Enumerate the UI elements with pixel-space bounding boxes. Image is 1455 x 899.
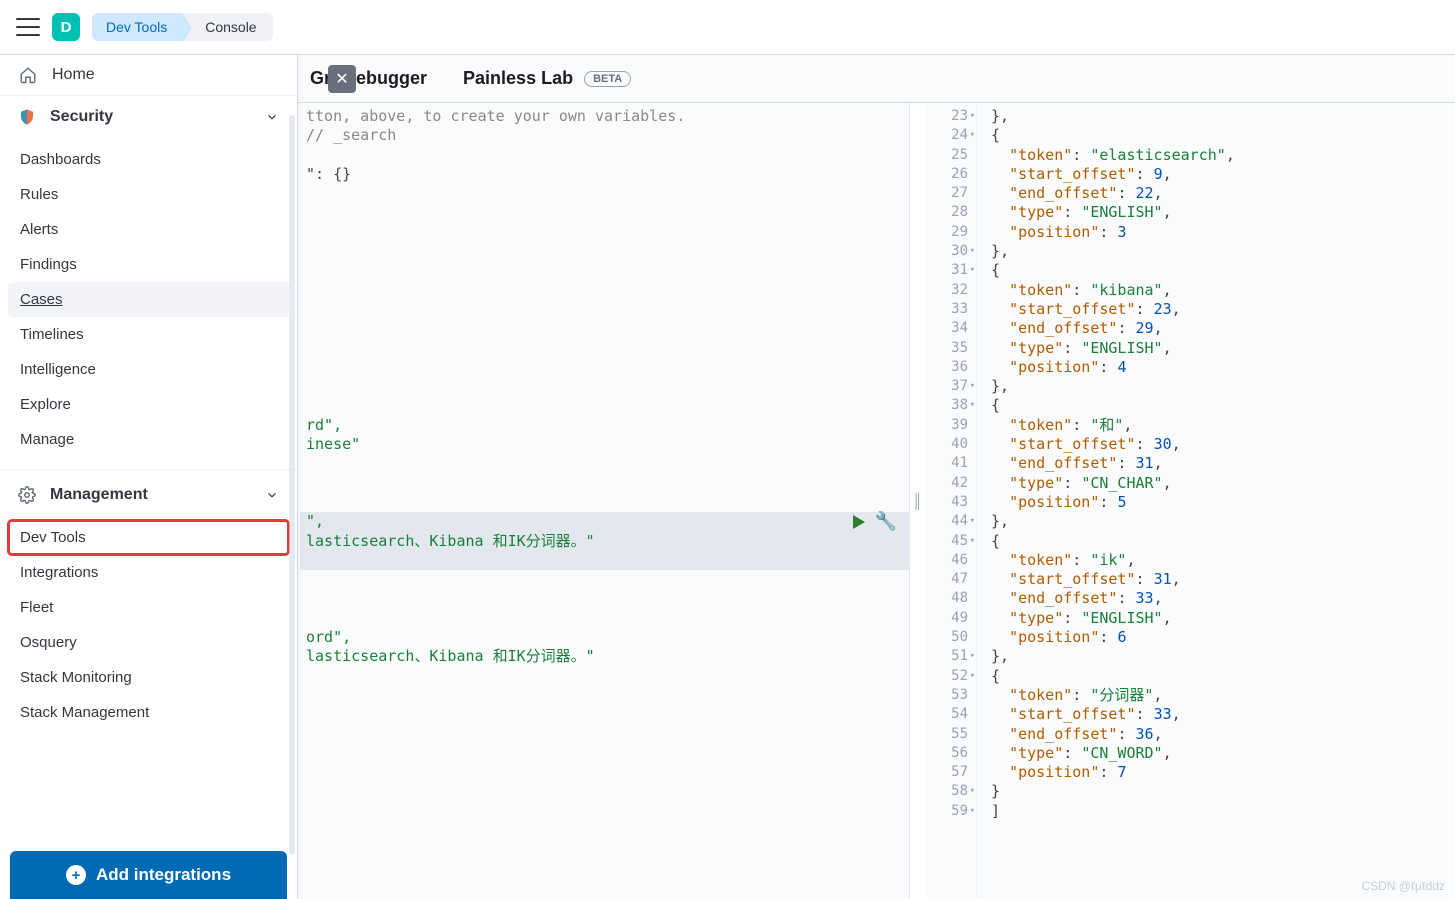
add-integrations-label: Add integrations	[96, 865, 231, 885]
sidebar-item-findings[interactable]: Findings	[8, 247, 289, 282]
tab-painless-label: Painless Lab	[463, 68, 573, 88]
sidebar-item-stack-management[interactable]: Stack Management	[8, 695, 289, 730]
pane-divider[interactable]: ║	[909, 103, 925, 899]
hamburger-icon[interactable]	[16, 18, 40, 36]
security-items: Dashboards Rules Alerts Findings Cases T…	[0, 138, 297, 465]
tab-painless[interactable]: Painless Lab BETA	[463, 58, 631, 99]
add-integrations-button[interactable]: + Add integrations	[10, 851, 287, 899]
sidebar: Home Security Dashboards Rules Alerts Fi…	[0, 55, 298, 899]
sidebar-scroll[interactable]: Home Security Dashboards Rules Alerts Fi…	[0, 55, 297, 839]
section-title-management: Management	[50, 486, 148, 504]
close-icon[interactable]: ✕	[328, 65, 356, 93]
beta-badge: BETA	[584, 71, 631, 87]
sidebar-item-osquery[interactable]: Osquery	[8, 625, 289, 660]
sidebar-item-fleet[interactable]: Fleet	[8, 590, 289, 625]
chevron-down-icon	[265, 110, 279, 124]
breadcrumb-console[interactable]: Console	[183, 13, 272, 41]
section-head-management[interactable]: Management	[0, 474, 297, 516]
sidebar-footer: + Add integrations	[0, 839, 297, 899]
layout: Home Security Dashboards Rules Alerts Fi…	[0, 55, 1455, 899]
editor-request[interactable]: tton, above, to create your own variable…	[300, 103, 909, 899]
sidebar-scrollbar[interactable]	[289, 115, 295, 855]
section-head-security[interactable]: Security	[0, 96, 297, 138]
run-icon[interactable]	[853, 515, 865, 529]
sidebar-item-timelines[interactable]: Timelines	[8, 317, 289, 352]
sidebar-item-intelligence[interactable]: Intelligence	[8, 352, 289, 387]
wrench-icon[interactable]: 🔧	[875, 512, 897, 531]
sidebar-item-dashboards[interactable]: Dashboards	[8, 142, 289, 177]
app-logo[interactable]: D	[52, 13, 80, 41]
sidebar-item-dev-tools[interactable]: Dev Tools	[8, 520, 289, 555]
sidebar-item-manage[interactable]: Manage	[8, 422, 289, 457]
sidebar-home[interactable]: Home	[0, 55, 297, 96]
editor-response[interactable]: }, { "token": "elasticsearch", "start_of…	[977, 103, 1455, 899]
top-bar: D Dev Tools Console	[0, 0, 1455, 55]
watermark: CSDN @ℓμℓddz	[1361, 879, 1445, 893]
shield-icon	[18, 108, 36, 126]
sidebar-item-cases[interactable]: Cases	[8, 282, 289, 317]
gear-icon	[18, 486, 36, 504]
breadcrumb: Dev Tools Console	[92, 13, 273, 41]
editor-response-pane[interactable]: 2324252627282930313233343536373839404142…	[925, 103, 1455, 899]
sidebar-item-alerts[interactable]: Alerts	[8, 212, 289, 247]
divider	[0, 469, 297, 470]
breadcrumb-dev-tools[interactable]: Dev Tools	[92, 13, 183, 41]
gutter: 2324252627282930313233343536373839404142…	[925, 103, 977, 899]
plus-icon: +	[66, 865, 86, 885]
sidebar-home-label: Home	[52, 66, 95, 84]
sidebar-item-rules[interactable]: Rules	[8, 177, 289, 212]
home-icon	[18, 65, 38, 85]
section-title-security: Security	[50, 108, 113, 126]
sidebar-item-integrations[interactable]: Integrations	[8, 555, 289, 590]
management-items: Dev Tools Integrations Fleet Osquery Sta…	[0, 516, 297, 738]
sidebar-item-explore[interactable]: Explore	[8, 387, 289, 422]
sidebar-item-stack-monitoring[interactable]: Stack Monitoring	[8, 660, 289, 695]
chevron-down-icon	[265, 488, 279, 502]
